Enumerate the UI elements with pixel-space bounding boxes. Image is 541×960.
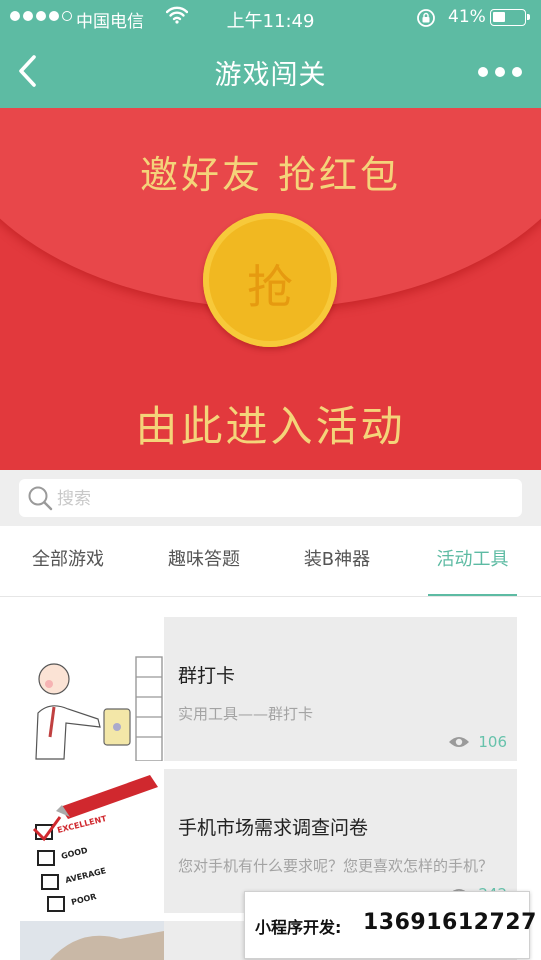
- battery-percent: 41%: [448, 7, 486, 27]
- list-item[interactable]: 群打卡 实用工具——群打卡 106: [20, 617, 517, 761]
- view-count: 106: [448, 733, 507, 751]
- more-dot: [478, 67, 488, 77]
- tab-all-games[interactable]: 全部游戏: [12, 526, 124, 596]
- banner-cta: 由此进入活动: [135, 402, 406, 451]
- more-dot: [495, 67, 505, 77]
- promo-label: 小程序开发:: [255, 918, 342, 937]
- battery-nub: [527, 14, 530, 20]
- developer-promo-badge: 小程序开发: 13691612727: [244, 891, 536, 959]
- tab-gadgets[interactable]: 装B神器: [281, 526, 393, 596]
- more-button[interactable]: [478, 62, 522, 82]
- checklist-word: EXCELLENT: [56, 814, 108, 835]
- eye-icon: [449, 737, 470, 747]
- battery-icon: [490, 9, 530, 26]
- status-bar: 中国电信 上午11:49 41%: [0, 0, 541, 36]
- battery-level: [493, 12, 505, 22]
- banner-headline: 邀好友 抢红包: [139, 153, 402, 197]
- red-envelope-banner[interactable]: 邀好友 抢红包 抢 由此进入活动: [0, 108, 541, 470]
- item-description: 您对手机有什么要求呢？您更喜欢怎样的手机？: [178, 857, 494, 875]
- checklist-word: POOR: [70, 892, 97, 907]
- grab-coin: 抢: [203, 213, 337, 347]
- promo-phone: 13691612727: [363, 910, 537, 935]
- tab-activity-tools[interactable]: 活动工具: [428, 526, 517, 596]
- more-dot: [512, 67, 522, 77]
- check-in-illustration: [20, 617, 164, 761]
- item-body: 群打卡 实用工具——群打卡 106: [164, 617, 517, 761]
- category-tabs: 全部游戏 趣味答题 装B神器 活动工具: [0, 526, 541, 597]
- tab-quiz[interactable]: 趣味答题: [148, 526, 260, 596]
- item-thumbnail: [20, 921, 164, 960]
- checklist-word: AVERAGE: [64, 866, 107, 885]
- top-bar: 中国电信 上午11:49 41% 游戏闯关: [0, 0, 541, 108]
- search-box[interactable]: [19, 479, 522, 517]
- item-description: 实用工具——群打卡: [178, 705, 314, 723]
- coin-text: 抢: [247, 260, 293, 314]
- rotation-lock-icon: [416, 8, 436, 33]
- item-title: 群打卡: [178, 665, 236, 687]
- search-input[interactable]: [55, 483, 509, 515]
- view-count-value: 106: [478, 733, 507, 751]
- search-area: [0, 470, 541, 526]
- search-icon: [27, 485, 53, 511]
- item-title: 手机市场需求调查问卷: [178, 817, 369, 839]
- survey-checklist-illustration: EXCELLENT GOOD AVERAGE POOR: [20, 769, 164, 913]
- checklist-word: GOOD: [60, 846, 89, 861]
- page-title: 游戏闯关: [214, 60, 327, 91]
